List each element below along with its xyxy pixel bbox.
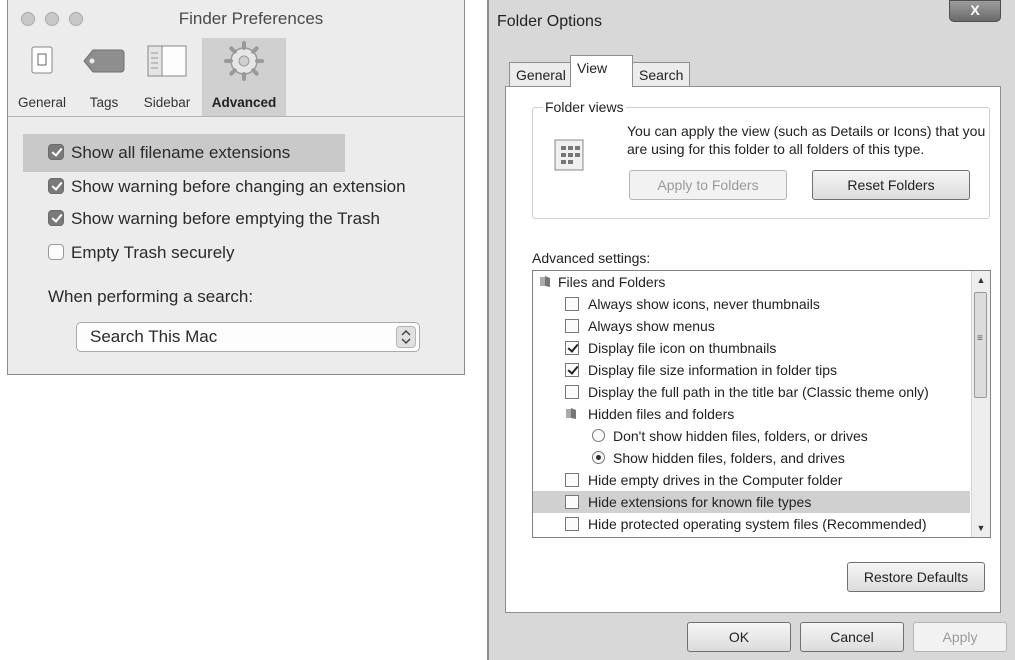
window-title: Finder Preferences (178, 9, 324, 28)
folder-icon (540, 276, 550, 287)
updown-chevron-icon (396, 326, 416, 348)
gear-icon (224, 41, 264, 81)
option-label: Show warning before changing an extensio… (71, 177, 406, 196)
tab-general-label: General (17, 95, 67, 110)
advanced-settings-label: Advanced settings: (532, 250, 651, 266)
list-item-label: Display file icon on thumbnails (588, 340, 777, 356)
tab-general[interactable]: General (509, 62, 573, 86)
cancel-button[interactable]: Cancel (800, 622, 904, 652)
folder-icon (566, 408, 576, 419)
tab-general[interactable]: General (8, 38, 76, 116)
option-empty-trash-securely[interactable]: Empty Trash securely (48, 240, 234, 266)
list-item[interactable]: Don't show hidden files, folders, or dri… (533, 425, 970, 447)
tab-advanced-label: Advanced (211, 95, 277, 110)
option-warn-empty-trash[interactable]: Show warning before emptying the Trash (48, 206, 380, 232)
list-item[interactable]: Always show icons, never thumbnails (533, 293, 970, 315)
list-item-label: Display file size information in folder … (588, 362, 837, 378)
list-item[interactable]: Show hidden files, folders, and drives (533, 447, 970, 469)
grip-icon: ≡ (977, 333, 983, 344)
checkbox[interactable] (48, 244, 64, 260)
apply-to-folders-button[interactable]: Apply to Folders (629, 170, 787, 200)
list-item-files-and-folders: Files and Folders (533, 271, 970, 293)
folder-view-icon (554, 139, 584, 171)
tab-advanced[interactable]: Advanced (202, 38, 286, 116)
checkbox[interactable] (565, 495, 579, 509)
restore-defaults-button[interactable]: Restore Defaults (847, 562, 985, 592)
radio-button[interactable] (592, 451, 605, 464)
list-item-label: Hide extensions for known file types (588, 494, 812, 510)
ok-button[interactable]: OK (687, 622, 791, 652)
list-item-label: Hide protected operating system files (R… (588, 516, 927, 532)
list-item[interactable]: Display file icon on thumbnails (533, 337, 970, 359)
dialog-title: Folder Options (497, 13, 602, 30)
scrollbar-thumb[interactable]: ≡ (974, 292, 987, 398)
preferences-toolbar: General Tags Sidebar Advanced (8, 38, 464, 117)
checkbox[interactable] (565, 517, 579, 531)
list-item-label: Files and Folders (558, 274, 666, 290)
option-label: Empty Trash securely (71, 243, 235, 262)
checkbox[interactable] (48, 144, 64, 160)
search-scope-label: When performing a search: (48, 287, 254, 306)
tag-icon (83, 49, 125, 73)
search-scope-select[interactable]: Search This Mac (76, 322, 420, 352)
list-item-label: Always show icons, never thumbnails (588, 296, 820, 312)
tab-tags-label: Tags (89, 95, 119, 110)
tab-view[interactable]: View (570, 55, 633, 87)
tab-tags[interactable]: Tags (76, 38, 132, 116)
list-item-selected[interactable]: Hide extensions for known file types (533, 491, 970, 513)
list-item-label: Hide empty drives in the Computer folder (588, 472, 843, 488)
list-item[interactable]: Hide protected operating system files (R… (533, 513, 970, 535)
list-item-label: Show hidden files, folders, and drives (613, 450, 845, 466)
list-item-label: Don't show hidden files, folders, or dri… (613, 428, 868, 444)
checkbox[interactable] (565, 473, 579, 487)
list-item-label: Hidden files and folders (588, 406, 735, 422)
vertical-scrollbar[interactable]: ▲ ≡ ▼ (971, 271, 990, 537)
folder-views-group: Folder views You can apply the view (suc… (532, 99, 990, 219)
checkbox[interactable] (565, 297, 579, 311)
sidebar-icon (147, 45, 187, 77)
option-label: Show warning before emptying the Trash (71, 209, 381, 228)
tab-search[interactable]: Search (632, 62, 691, 86)
tab-sidebar-label: Sidebar (143, 95, 191, 110)
checkbox[interactable] (48, 178, 64, 194)
checkbox[interactable] (565, 341, 579, 355)
list-item[interactable]: Hide empty drives in the Computer folder (533, 469, 970, 491)
checkbox[interactable] (48, 210, 64, 226)
list-item[interactable]: Display file size information in folder … (533, 359, 970, 381)
list-item-label: Always show menus (588, 318, 715, 334)
tab-sidebar[interactable]: Sidebar (132, 38, 202, 116)
list-item-label: Display the full path in the title bar (… (588, 384, 929, 400)
advanced-settings-list[interactable]: Files and Folders Always show icons, nev… (532, 270, 991, 538)
finder-preferences-window: Finder Preferences General Tags Sidebar … (7, 0, 465, 375)
scroll-down-arrow-icon[interactable]: ▼ (972, 519, 990, 537)
search-scope-value: Search This Mac (90, 327, 218, 346)
option-warn-change-extension[interactable]: Show warning before changing an extensio… (48, 174, 406, 200)
folder-views-description: You can apply the view (such as Details … (627, 123, 986, 157)
general-icon (31, 46, 53, 74)
list-item[interactable]: Always show menus (533, 315, 970, 337)
checkbox[interactable] (565, 385, 579, 399)
list-item-hidden-files: Hidden files and folders (533, 403, 970, 425)
reset-folders-button[interactable]: Reset Folders (812, 170, 970, 200)
folder-options-dialog: Folder Options X General View Search Fol… (487, 0, 1015, 660)
radio-button[interactable] (592, 429, 605, 442)
option-show-extensions[interactable]: Show all filename extensions (23, 134, 345, 172)
checkbox[interactable] (565, 319, 579, 333)
apply-button[interactable]: Apply (913, 622, 1007, 652)
option-label: Show all filename extensions (71, 143, 291, 162)
view-tab-panel: Folder views You can apply the view (suc… (505, 86, 1001, 613)
scroll-up-arrow-icon[interactable]: ▲ (972, 271, 990, 289)
list-item[interactable]: Display the full path in the title bar (… (533, 381, 970, 403)
folder-views-title: Folder views (543, 99, 626, 115)
close-button[interactable]: X (949, 0, 1001, 22)
title-bar: Finder Preferences (8, 0, 464, 40)
checkbox[interactable] (565, 363, 579, 377)
